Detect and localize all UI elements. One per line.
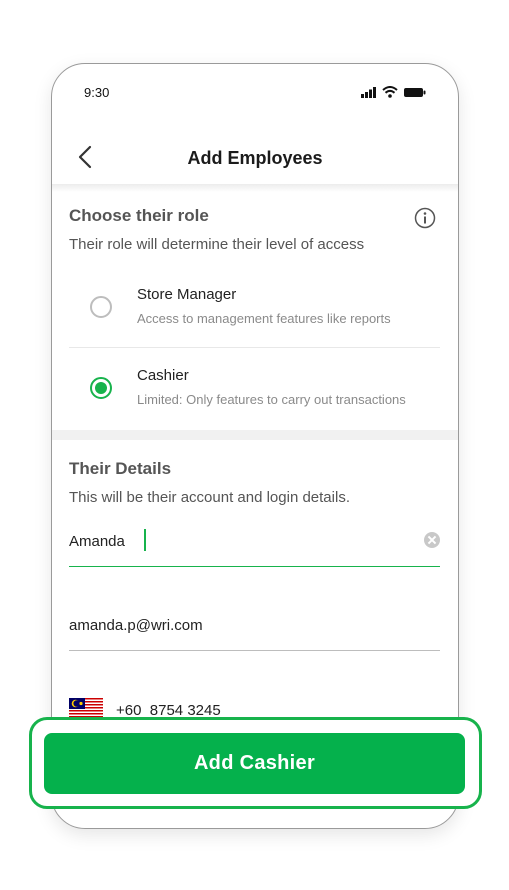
- details-section-title: Their Details: [69, 459, 172, 478]
- role-section-subtitle: Their role will determine their level of…: [69, 236, 365, 253]
- malaysia-flag-icon[interactable]: [69, 698, 103, 718]
- role-section-title: Choose their role: [69, 206, 209, 225]
- radio-cashier[interactable]: [90, 377, 112, 399]
- name-value: Amanda: [69, 533, 125, 550]
- status-time: 9:30: [84, 85, 110, 100]
- status-icons: [361, 86, 426, 98]
- wifi-icon: [382, 86, 398, 98]
- add-cashier-button[interactable]: Add Cashier: [44, 733, 465, 794]
- section-separator: [52, 430, 458, 440]
- clear-icon[interactable]: [424, 532, 440, 548]
- email-field[interactable]: amanda.p@wri.com: [69, 611, 440, 651]
- signal-icon: [361, 86, 376, 98]
- role-option-description: Limited: Only features to carry out tran…: [137, 392, 406, 407]
- phone-frame: 9:30 Add Employees Choose their role The…: [51, 63, 459, 829]
- field-underline: [69, 649, 440, 651]
- role-option-store-manager[interactable]: Store Manager Access to management featu…: [69, 274, 440, 354]
- battery-icon: [404, 87, 426, 97]
- email-value: amanda.p@wri.com: [69, 617, 203, 634]
- app-header: Add Employees: [52, 134, 458, 184]
- option-divider: [69, 347, 440, 348]
- info-icon[interactable]: [414, 207, 436, 229]
- name-field[interactable]: Amanda: [69, 527, 440, 567]
- header-divider: [52, 184, 458, 192]
- details-section-subtitle: This will be their account and login det…: [69, 489, 350, 506]
- role-option-cashier[interactable]: Cashier Limited: Only features to carry …: [69, 355, 440, 435]
- page-title: Add Employees: [187, 148, 323, 168]
- radio-store-manager[interactable]: [90, 296, 112, 318]
- role-option-description: Access to management features like repor…: [137, 311, 391, 326]
- field-underline: [69, 565, 440, 567]
- role-option-label: Store Manager: [137, 286, 237, 303]
- text-caret: [144, 529, 146, 551]
- role-option-label: Cashier: [137, 367, 189, 384]
